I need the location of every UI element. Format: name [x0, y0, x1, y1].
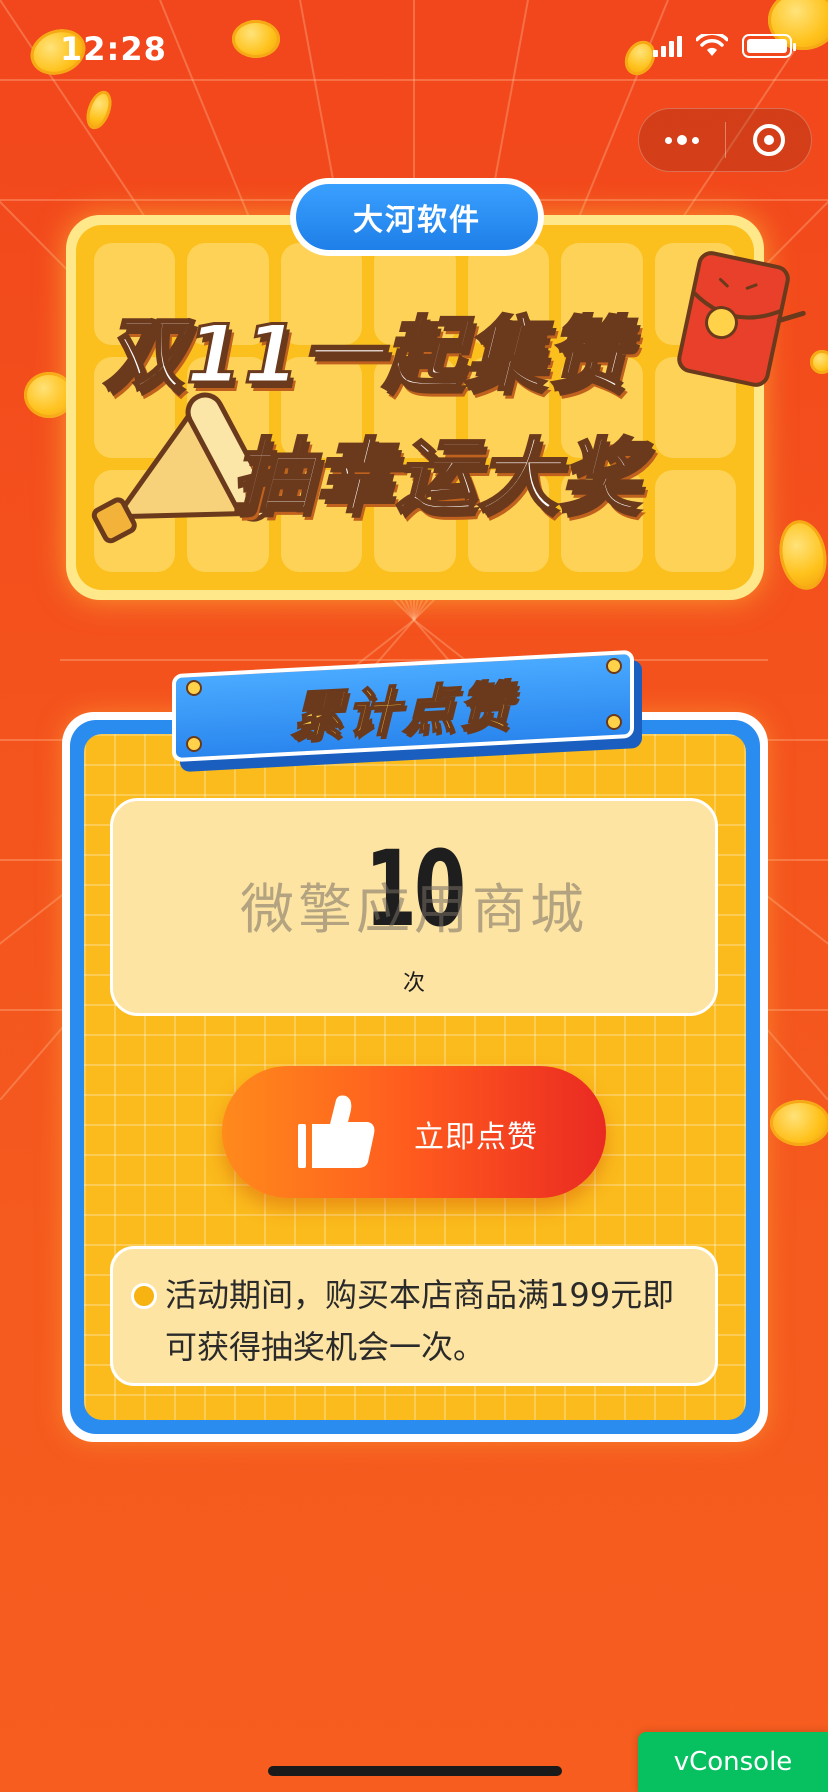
- cellular-signal-icon: [653, 35, 682, 57]
- status-icons: [653, 34, 796, 58]
- banner-title-line1: 双11一起集赞: [102, 307, 630, 403]
- vconsole-button[interactable]: vConsole: [638, 1732, 828, 1792]
- brand-pill: 大河软件: [290, 178, 544, 256]
- like-now-button-label: 立即点赞: [414, 1120, 538, 1155]
- like-count-box: 10 次 微擎应用商城: [110, 798, 718, 1016]
- battery-icon: [742, 34, 796, 58]
- rivet-decoration: [606, 658, 622, 674]
- gold-coin-decoration: [774, 516, 828, 594]
- brand-name: 大河软件: [296, 184, 538, 250]
- activity-notice-box: 活动期间，购买本店商品满199元即可获得抽奖机会一次。: [110, 1246, 718, 1386]
- like-count-unit: 次: [402, 971, 425, 996]
- activity-notice-text: 活动期间，购买本店商品满199元即可获得抽奖机会一次。: [165, 1276, 675, 1366]
- miniprogram-capsule: [638, 108, 812, 172]
- red-packet-mascot-icon: [677, 251, 806, 387]
- card-header-text: 累计点赞: [290, 675, 516, 749]
- status-time: 12:28: [60, 30, 167, 68]
- gold-coin-decoration: [810, 350, 828, 374]
- circle-close-icon[interactable]: [726, 124, 811, 156]
- bullet-dot-icon: [131, 1283, 157, 1309]
- watermark-text: 微擎应用商城: [240, 878, 588, 941]
- like-now-button[interactable]: 立即点赞: [222, 1066, 606, 1198]
- thumbs-up-icon: [298, 1095, 375, 1168]
- status-bar: 12:28: [0, 0, 828, 100]
- more-dots-icon[interactable]: [639, 109, 725, 171]
- rivet-decoration: [186, 736, 202, 752]
- card-header-label: 累计点赞: [172, 649, 652, 773]
- banner-title-line2: 抽幸运大奖: [231, 429, 642, 525]
- home-indicator: [268, 1766, 562, 1776]
- gold-coin-decoration: [770, 1100, 828, 1146]
- wifi-icon: [696, 34, 728, 56]
- rivet-decoration: [186, 680, 202, 696]
- rivet-decoration: [606, 714, 622, 730]
